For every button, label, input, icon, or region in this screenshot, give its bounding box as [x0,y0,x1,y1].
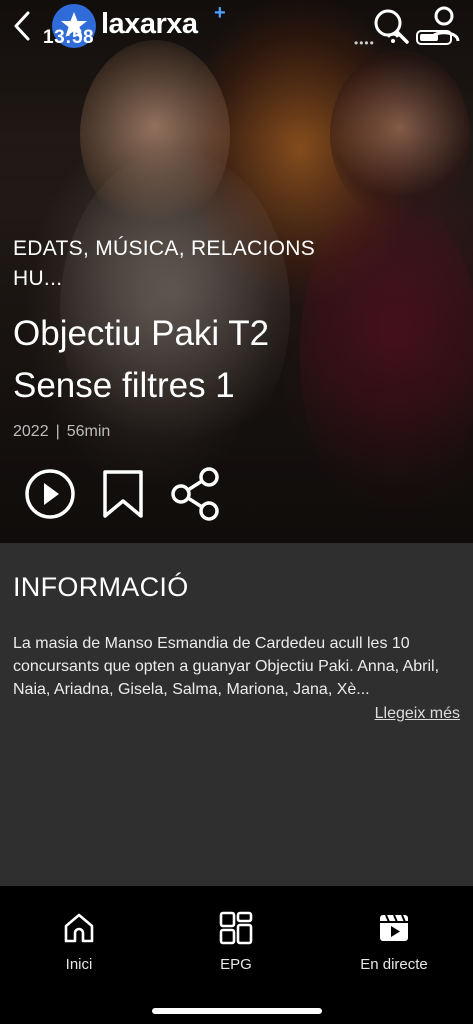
play-icon[interactable] [22,465,78,523]
nav-label-en-directe: En directe [360,956,428,973]
nav-label-inici: Inici [65,956,93,973]
share-icon[interactable] [167,465,223,523]
nav-item-en-directe[interactable]: En directe [334,910,454,973]
program-meta: 2022 | 56min [13,423,110,441]
grid-icon [219,911,253,945]
program-title: Objectiu Paki T2 Sense filtres 1 [13,308,453,412]
home-indicator [152,1008,322,1014]
bookmark-icon[interactable] [96,465,152,523]
bottom-navigation: Inici EPG En directe [0,886,473,1024]
info-heading: INFORMACIÓ [13,572,189,602]
live-clapper-icon [380,914,408,941]
program-genres: EDATS, MÚSICA, RELACIONS HU... [13,237,316,290]
meta-separator: | [55,423,60,440]
program-year: 2022 [13,423,49,440]
battery-icon [416,30,452,45]
read-more-link[interactable]: Llegeix més [375,705,460,723]
title-line-1: Objectiu Paki T2 [13,314,270,353]
back-chevron-icon[interactable] [12,10,32,42]
info-description: La masia de Manso Esmandia de Cardedeu a… [13,635,440,698]
program-duration: 56min [66,423,111,440]
home-icon [64,913,94,943]
nav-item-epg[interactable]: EPG [176,910,296,973]
nav-label-epg: EPG [220,956,252,973]
title-line-2: Sense filtres 1 [13,366,235,405]
nav-item-inici[interactable]: Inici [19,910,139,973]
action-buttons [0,465,473,525]
search-icon[interactable] [371,7,411,47]
status-time: 13:58 [43,27,95,48]
logo-text[interactable]: laxarxa [101,8,198,41]
top-bar: 13:58 laxarxa + •••• [0,0,473,50]
logo-plus: + [214,2,226,24]
